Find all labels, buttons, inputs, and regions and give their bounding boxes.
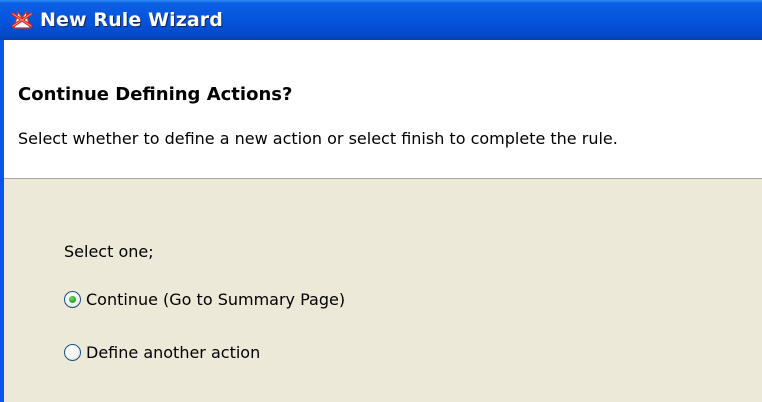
page-description: Select whether to define a new action or… [18, 129, 618, 148]
page-title: Continue Defining Actions? [18, 84, 293, 105]
window-title: New Rule Wizard [40, 9, 223, 31]
wizard-banner: Continue Defining Actions? Select whethe… [4, 40, 762, 179]
define-another-action-radio-label[interactable]: Define another action [86, 343, 260, 362]
wizard-content: Select one; Continue (Go to Summary Page… [4, 180, 762, 402]
define-another-action-radio-option[interactable]: Define another action [64, 341, 260, 363]
rule-wizard-icon [10, 8, 34, 32]
wizard-window: New Rule Wizard Continue Defining Action… [0, 0, 762, 402]
continue-radio-label[interactable]: Continue (Go to Summary Page) [86, 290, 345, 309]
title-bar[interactable]: New Rule Wizard [0, 0, 762, 40]
radio-selected-dot [69, 295, 76, 303]
define-another-action-radio-button[interactable] [64, 343, 81, 361]
continue-radio-button[interactable] [64, 290, 81, 308]
select-prompt: Select one; [64, 242, 154, 261]
continue-radio-option[interactable]: Continue (Go to Summary Page) [64, 288, 345, 310]
